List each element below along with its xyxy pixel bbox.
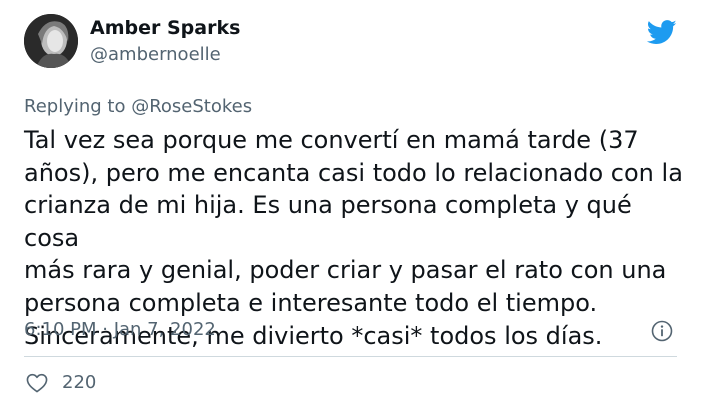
tweet-timestamp[interactable]: 6:10 PM · Jan 7, 2022	[24, 319, 216, 340]
author-display-name[interactable]: Amber Sparks	[90, 16, 240, 40]
tweet-header: Amber Sparks @ambernoelle	[24, 14, 240, 68]
like-count: 220	[62, 372, 97, 393]
author-handle[interactable]: @ambernoelle	[90, 43, 240, 67]
twitter-bird-icon[interactable]	[647, 20, 677, 45]
replying-to: Replying to @RoseStokes	[24, 96, 252, 117]
info-icon[interactable]	[651, 320, 673, 342]
divider	[24, 356, 677, 357]
replying-mention-link[interactable]: @RoseStokes	[131, 96, 252, 117]
author-names: Amber Sparks @ambernoelle	[90, 16, 240, 67]
heart-icon	[26, 373, 48, 392]
like-button[interactable]: 220	[26, 372, 96, 393]
tweet-text: Tal vez sea porque me convertí en mamá t…	[24, 126, 683, 350]
replying-prefix: Replying to	[24, 96, 126, 117]
tweet-card: Amber Sparks @ambernoelle Replying to @R…	[0, 0, 701, 410]
avatar[interactable]	[24, 14, 78, 68]
